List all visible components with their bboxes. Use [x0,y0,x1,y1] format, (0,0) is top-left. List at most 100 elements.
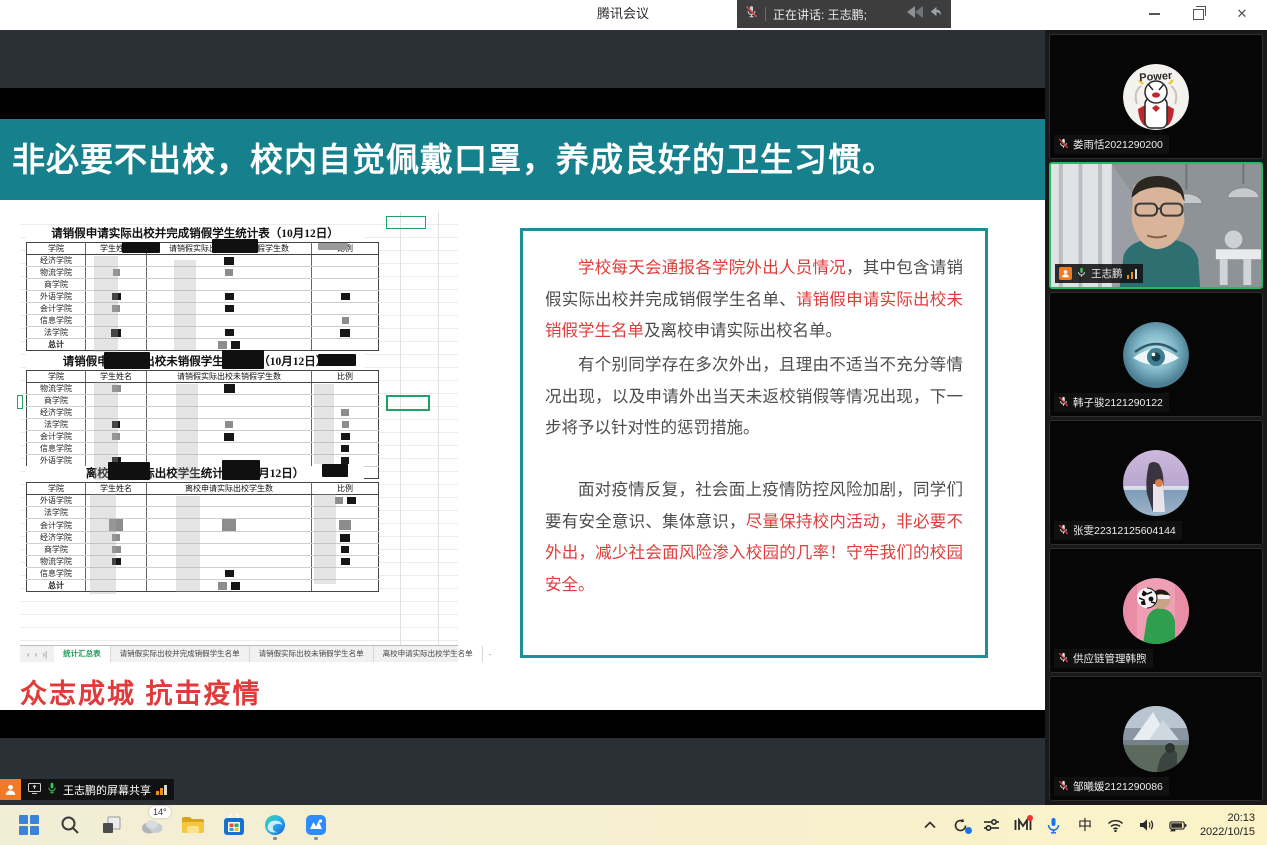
redacted-value [224,384,235,393]
college-name: 信息学院 [27,315,86,327]
college-name: 信息学院 [27,568,86,580]
screen-share-icon [28,783,41,797]
data-cell [147,279,312,291]
participant-tile[interactable]: 张雯22312125604144 [1049,420,1263,545]
search-icon[interactable] [57,810,83,840]
mic-on-icon [1076,267,1087,281]
redacted-value [339,520,351,530]
file-explorer-icon[interactable] [180,810,206,840]
restore-button[interactable] [1183,1,1213,27]
college-name: 外语学院 [27,291,86,303]
task-view-icon[interactable] [98,810,124,840]
app-m-icon[interactable] [1014,813,1032,837]
college-name: 法学院 [27,419,86,431]
redacted-value [341,445,349,452]
sharer-person-icon [0,779,21,800]
notice-paragraph: 有个别同学存在多次外出，且理由不适当不充分等情况出现，以及申请外出当天未返校销假… [545,350,963,445]
microsoft-store-icon[interactable] [221,810,247,840]
data-cell [147,519,312,532]
speaker-icon[interactable] [1138,813,1156,837]
participant-tile[interactable]: 韩子骏2121290122 [1049,292,1263,417]
notice-paragraph: 面对疫情反复，社会面上疫情防控风险加剧，同学们要有安全意识、集体意识，尽量保持校… [545,475,963,602]
avatar [1123,578,1189,644]
table-title: 请销假申请实际出校未销假学生统计表（10月12日） [26,354,364,370]
data-cell [147,339,312,351]
start-button[interactable] [16,810,42,840]
table-row: 信息学院 [27,315,379,327]
column-header: 学院 [27,243,86,255]
divider [765,7,766,21]
college-name: 经济学院 [27,532,86,544]
participant-name-badge: 供应链管理韩煦 [1054,649,1153,668]
data-cell [312,315,379,327]
table-footer-label: 总计 [27,339,86,351]
window-controls: ✕ [1139,0,1257,28]
ime-indicator[interactable]: 中 [1076,813,1094,837]
participant-name-badge: 韩子骏2121290122 [1054,393,1169,412]
tray-clock[interactable]: 20:13 2022/10/15 [1200,811,1255,840]
redaction-block [322,464,348,477]
undo-arrow-icon[interactable] [928,4,943,24]
table-row: 经济学院 [27,255,379,267]
clock-time: 20:13 [1200,811,1255,825]
redacted-value [225,570,234,577]
participant-name: 韩子骏2121290122 [1073,395,1163,410]
redacted-value [341,293,350,300]
notification-dot [965,827,972,834]
minimize-button[interactable] [1139,1,1169,27]
avatar [1123,706,1189,772]
spreadsheet-screenshot: 请销假申请实际出校并完成销假学生统计表（10月12日）学院学生姓名请销假实际出校… [20,212,458,662]
tencent-meeting-icon[interactable] [303,810,329,840]
weather-temperature: 14° [149,806,171,818]
table-row: 法学院 [27,327,379,339]
annotation-arrow-icon[interactable] [904,4,926,25]
participant-tile-speaking[interactable]: 王志鹏 [1049,162,1263,289]
college-name: 物流学院 [27,267,86,279]
data-cell [147,507,312,519]
college-name: 经济学院 [27,407,86,419]
sheet-tab[interactable]: 离校申请实际出校学生名单 [374,646,483,662]
data-cell [147,291,312,303]
participant-name: 邹曦媛2121290086 [1073,779,1163,794]
tencent-meeting-window: 腾讯会议 正在讲话: 王志鹏; ✕ 非必要不出校，校内自觉佩戴口罩 [0,0,1267,845]
slogan-text: 众志成城 抗击疫情 [20,672,262,711]
tray-chevron-icon[interactable] [921,813,939,837]
redaction-block [318,243,348,250]
title-bar: 腾讯会议 正在讲话: 王志鹏; ✕ [0,0,1267,30]
microphone-tray-icon[interactable] [1045,813,1063,837]
redacted-value [341,433,350,440]
redacted-value [218,582,227,590]
battery-charging-icon[interactable] [1169,813,1187,837]
data-cell [147,383,312,395]
redaction-block [222,350,264,369]
muted-mic-icon [745,5,758,23]
data-cell [312,339,379,351]
participant-name: 王志鹏 [1091,266,1123,281]
college-name: 法学院 [27,507,86,519]
redacted-value [225,421,233,428]
app-title: 腾讯会议 [597,0,649,28]
weather-widget[interactable]: 14° [139,810,165,840]
sheet-tab[interactable]: 统计汇总表 [54,646,111,662]
notice-text: 有个别同学存在多次外出，且理由不适当不充分等情况出现，以及申请外出当天未返校销假… [545,356,963,437]
college-name: 商学院 [27,395,86,407]
sheet-tab[interactable]: 请销假实际出校未销假学生名单 [250,646,374,662]
sheet-nav-last[interactable]: ›| [42,650,47,659]
edge-browser-icon[interactable] [262,810,288,840]
update-sync-icon[interactable] [952,813,970,837]
college-name: 外语学院 [27,495,86,507]
settings-sliders-icon[interactable] [983,813,1001,837]
participant-tile[interactable]: 邹曦媛2121290086 [1049,676,1263,801]
statistics-table: 请销假申请实际出校并完成销假学生统计表（10月12日）学院学生姓名请销假实际出校… [26,226,364,351]
participant-tile[interactable]: 供应链管理韩煦 [1049,548,1263,673]
close-button[interactable]: ✕ [1227,1,1257,27]
college-name: 会计学院 [27,431,86,443]
sheet-tab[interactable]: 请销假实际出校并完成销假学生名单 [111,646,250,662]
avatar: Power [1123,64,1189,130]
taskbar: 14° [0,805,1267,845]
sheet-nav-next[interactable]: › [35,650,38,659]
participant-tile[interactable]: Power 娄雨恬2021290200 [1049,34,1263,159]
redaction-block [108,462,150,480]
wifi-icon[interactable] [1107,813,1125,837]
sheet-nav-prev[interactable]: ‹ [27,650,30,659]
